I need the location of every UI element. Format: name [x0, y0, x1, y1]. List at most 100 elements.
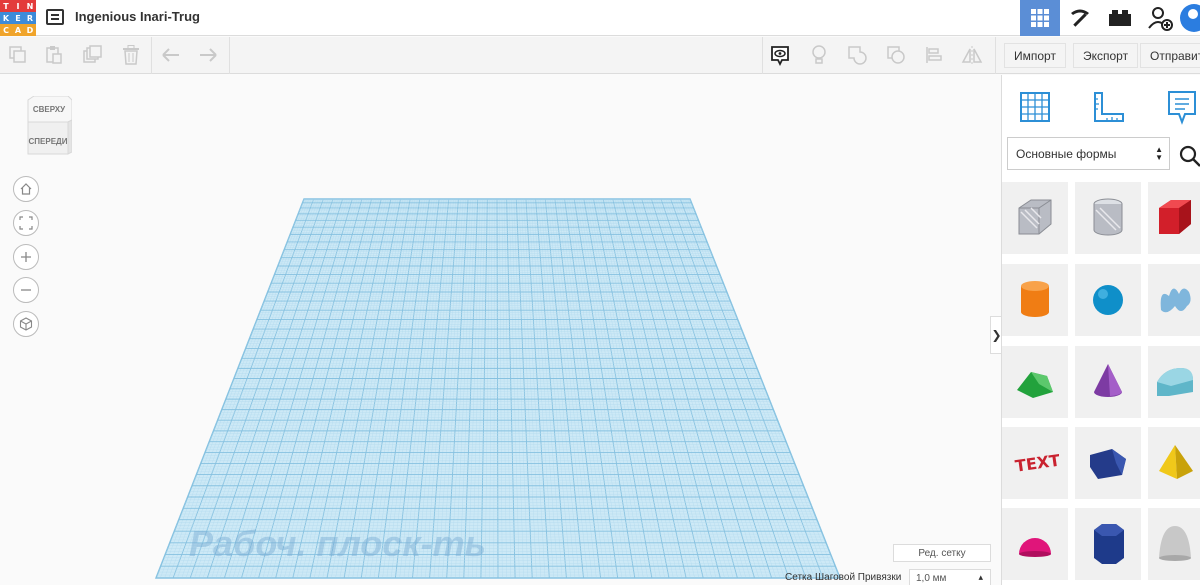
minus-icon	[21, 289, 31, 291]
trash-icon[interactable]	[120, 44, 142, 66]
shape-tile-cylinder[interactable]	[1002, 264, 1068, 336]
3d-design-mode-button[interactable]	[1020, 0, 1060, 36]
scribble-icon	[1160, 288, 1191, 313]
divider	[229, 37, 230, 74]
shape-tile-hexagonal-prism[interactable]	[1075, 508, 1141, 580]
logo-letter: T	[0, 0, 12, 12]
roof-icon	[1017, 372, 1053, 398]
search-icon	[1179, 145, 1200, 167]
home-icon	[20, 183, 32, 195]
search-button[interactable]	[1178, 144, 1200, 168]
notes-visibility-icon[interactable]	[769, 44, 791, 66]
pickaxe-icon	[1071, 9, 1089, 27]
send-to-button[interactable]: Отправить	[1140, 43, 1200, 68]
import-button[interactable]: Импорт	[1004, 43, 1066, 68]
view-cube-top-label[interactable]: СВЕРХУ	[26, 105, 72, 114]
pyramid-icon	[1159, 445, 1193, 479]
align-icon[interactable]	[923, 44, 945, 66]
paste-icon[interactable]	[43, 44, 65, 66]
shape-tile-scribble[interactable]	[1148, 264, 1200, 336]
design-title[interactable]: Ingenious Inari-Trug	[75, 9, 200, 24]
edit-grid-button[interactable]: Ред. сетку	[893, 544, 991, 562]
logo-letter: R	[24, 12, 36, 24]
shape-tile-polygon[interactable]	[1075, 427, 1141, 499]
shape-tile-box[interactable]	[1148, 182, 1200, 254]
shapes-panel: Основные формы ▲ ▼ TEXT	[1001, 75, 1200, 585]
sphere-icon	[1093, 285, 1123, 315]
lightbulb-icon[interactable]	[808, 44, 830, 66]
box-hole-icon	[1018, 199, 1052, 235]
hexagonal-prism-icon	[1094, 524, 1124, 564]
fit-view-button[interactable]	[13, 210, 39, 236]
view-cube-front-label[interactable]: СПЕРЕДИ	[26, 137, 70, 146]
shape-tile-roof[interactable]	[1002, 346, 1068, 418]
plus-icon	[21, 252, 31, 262]
shape-tile-paraboloid[interactable]	[1148, 508, 1200, 580]
orthographic-view-button[interactable]	[13, 311, 39, 337]
shape-tile-box-hole[interactable]	[1002, 182, 1068, 254]
shape-tile-text[interactable]: TEXT	[1002, 427, 1068, 499]
paraboloid-icon	[1159, 526, 1191, 561]
cube-icon	[19, 317, 33, 331]
cylinder-icon	[1021, 281, 1049, 317]
bricks-mode-button[interactable]	[1100, 0, 1140, 36]
design-list-icon[interactable]	[46, 9, 64, 25]
undo-icon[interactable]	[160, 44, 182, 66]
ruler-tab[interactable]	[1089, 87, 1129, 127]
shape-tile-pyramid[interactable]	[1148, 427, 1200, 499]
cylinder-hole-icon	[1093, 198, 1123, 236]
shape-tile-round-roof[interactable]	[1148, 346, 1200, 418]
workplane-label: Рабоч. плоск-ть	[189, 523, 487, 564]
top-bar: TINKERCAD Ingenious Inari-Trug	[0, 0, 1200, 36]
snap-grid-select[interactable]: 1,0 мм	[909, 569, 991, 585]
mirror-icon[interactable]	[961, 44, 983, 66]
shape-tile-cone[interactable]	[1075, 346, 1141, 418]
logo-letter: K	[0, 12, 12, 24]
share-user-button[interactable]	[1140, 0, 1180, 36]
codeblocks-mode-button[interactable]	[1060, 0, 1100, 36]
workplane-grid-icon	[1020, 92, 1050, 122]
edit-toolbar: Импорт Экспорт Отправить	[0, 37, 1200, 74]
logo-letter: I	[12, 0, 24, 12]
user-add-icon	[1148, 7, 1173, 31]
half-sphere-icon	[1019, 538, 1051, 557]
shape-category-value: Основные формы	[1016, 146, 1117, 161]
box-icon	[1159, 200, 1191, 234]
logo-letter: N	[24, 0, 36, 12]
3d-viewport[interactable]: СВЕРХУ СПЕРЕДИ Рабоч. плоск-ть Ред. сетк…	[0, 75, 1000, 585]
divider	[762, 37, 763, 74]
shape-tile-cylinder-hole[interactable]	[1075, 182, 1141, 254]
text-icon: TEXT	[1014, 451, 1059, 476]
workplane-tab[interactable]	[1015, 87, 1055, 127]
view-cube[interactable]: СВЕРХУ СПЕРЕДИ	[24, 95, 73, 158]
updown-icon: ▲ ▼	[1155, 145, 1163, 162]
copy-icon[interactable]	[7, 44, 29, 66]
polygon-icon	[1090, 449, 1126, 479]
logo-letter: C	[0, 24, 12, 36]
ungroup-icon[interactable]	[885, 44, 907, 66]
ruler-icon	[1094, 92, 1124, 122]
zoom-in-button[interactable]	[13, 244, 39, 270]
home-view-button[interactable]	[13, 176, 39, 202]
export-button[interactable]: Экспорт	[1073, 43, 1139, 68]
shape-category-select[interactable]: Основные формы ▲ ▼	[1007, 137, 1170, 170]
notes-tab[interactable]	[1162, 87, 1200, 127]
bricks-icon	[1109, 10, 1131, 26]
logo-letter: A	[12, 24, 24, 36]
divider	[151, 37, 152, 74]
duplicate-icon[interactable]	[82, 44, 104, 66]
redo-icon[interactable]	[197, 44, 219, 66]
avatar[interactable]	[1180, 4, 1200, 32]
workplane[interactable]	[0, 75, 1000, 585]
snap-grid-label: Сетка Шаговой Привязки	[785, 572, 902, 583]
shape-tile-sphere[interactable]	[1075, 264, 1141, 336]
cone-icon	[1094, 364, 1122, 397]
grid-icon	[1031, 9, 1049, 27]
logo-letter: D	[24, 24, 36, 36]
round-roof-icon	[1157, 368, 1193, 396]
zoom-out-button[interactable]	[13, 277, 39, 303]
group-icon[interactable]	[846, 44, 868, 66]
shape-tile-half-sphere[interactable]	[1002, 508, 1068, 580]
note-icon	[1168, 91, 1196, 125]
tinkercad-logo[interactable]: TINKERCAD	[0, 0, 36, 36]
